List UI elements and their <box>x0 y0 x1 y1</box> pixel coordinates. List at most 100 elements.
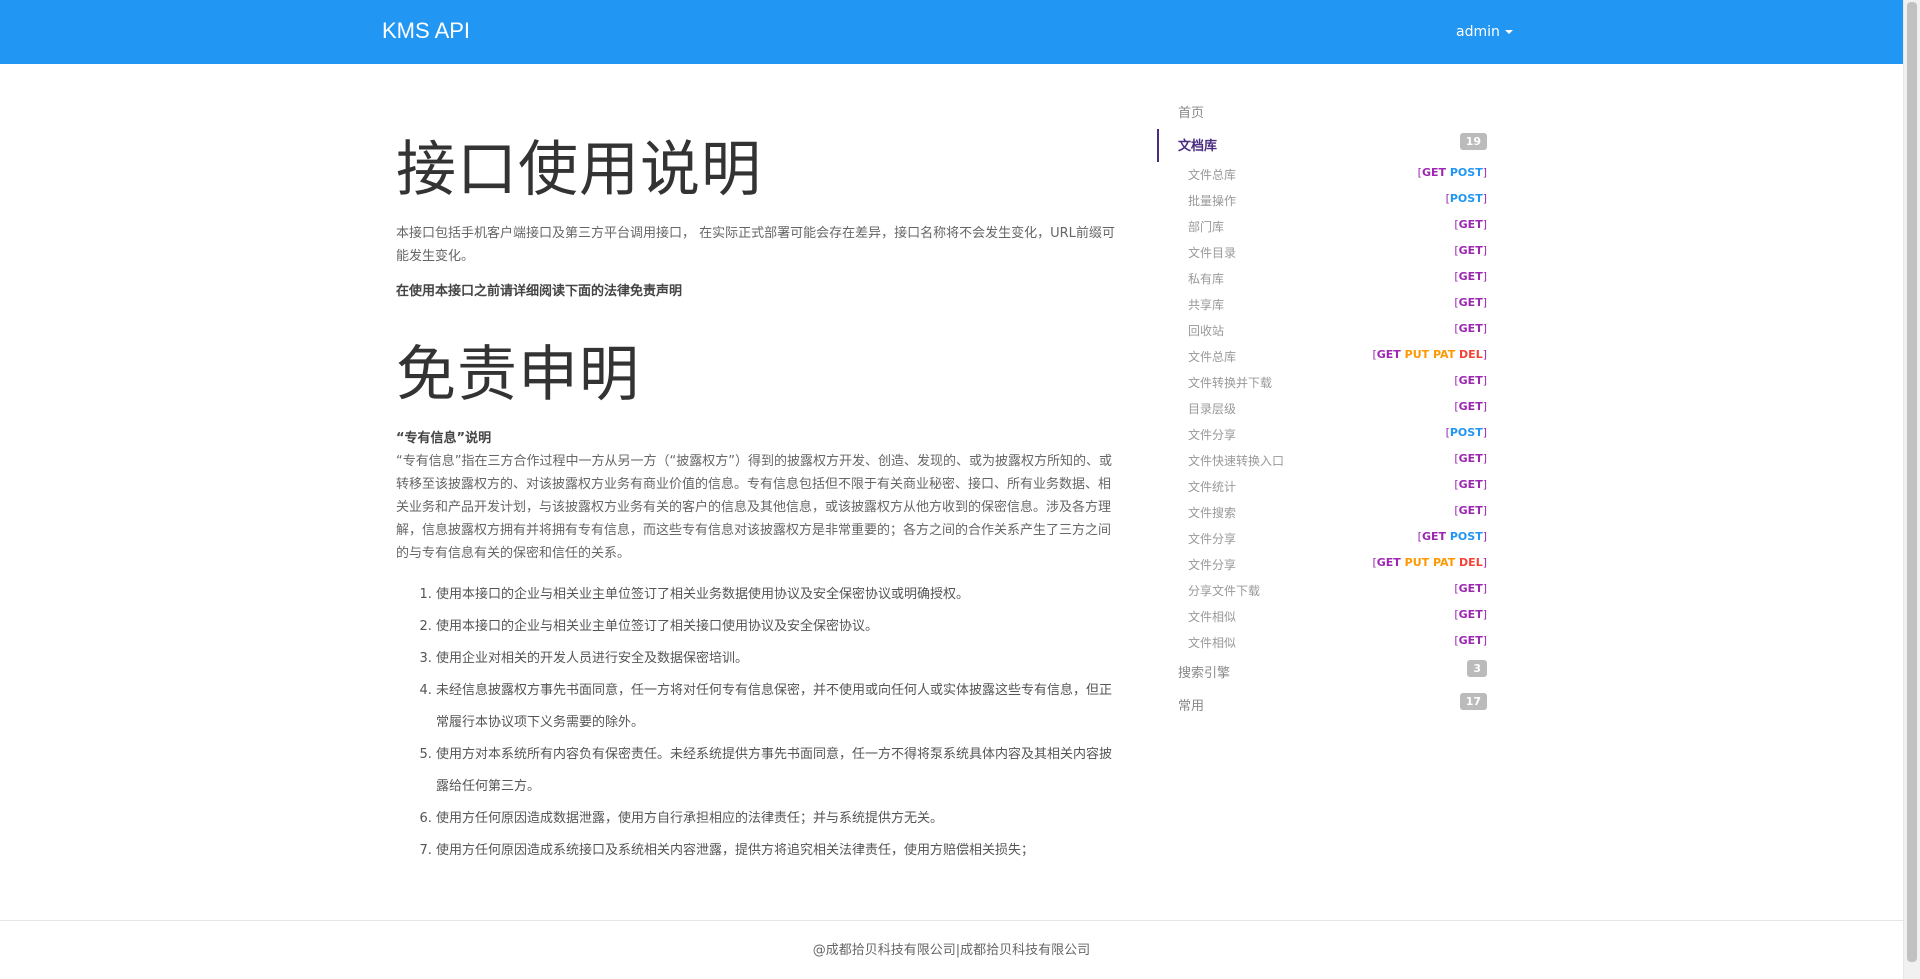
disclaimer-title: 免责申明 <box>396 340 640 410</box>
brand-link[interactable]: KMS API <box>382 18 470 44</box>
toc-item-common[interactable]: 常用 17 <box>1157 689 1487 722</box>
toc-subitem[interactable]: 批量操作 [POST] <box>1157 188 1487 214</box>
toc-subitem[interactable]: 部门库 [GET] <box>1157 214 1487 240</box>
method-del: DEL <box>1459 348 1483 361</box>
method-get: GET <box>1458 452 1483 465</box>
method-tags: [GET] <box>1454 452 1487 465</box>
bracket-close: ] <box>1482 582 1487 595</box>
caret-down-icon <box>1504 30 1513 34</box>
method-get: GET <box>1458 608 1483 621</box>
toc-subitem[interactable]: 文件总库 [GET PUT PAT DEL] <box>1157 344 1487 370</box>
count-badge: 3 <box>1467 660 1487 677</box>
toc-subitem-label: 分享文件下载 <box>1188 584 1261 598</box>
bracket-close: ] <box>1482 504 1487 517</box>
method-tags: [GET] <box>1454 634 1487 647</box>
notice-text: 在使用本接口之前请详细阅读下面的法律免责声明 <box>396 284 683 299</box>
method-tags: [GET] <box>1454 218 1487 231</box>
vertical-scrollbar[interactable] <box>1903 0 1920 979</box>
bracket-close: ] <box>1482 556 1487 569</box>
toc-subitem[interactable]: 文件快速转换入口 [GET] <box>1157 448 1487 474</box>
count-badge: 19 <box>1459 133 1487 150</box>
method-tags: [GET] <box>1454 270 1487 283</box>
bracket-close: ] <box>1482 244 1487 257</box>
toc-item-label: 搜索引擎 <box>1178 666 1231 681</box>
method-pat: PAT <box>1432 556 1456 569</box>
method-get: GET <box>1458 244 1483 257</box>
list-item: 使用方任何原因造成数据泄露，使用方自行承担相应的法律责任；并与系统提供方无关。 <box>436 803 1122 835</box>
toc-subitem-label: 回收站 <box>1188 324 1225 338</box>
bracket-close: ] <box>1482 192 1487 205</box>
method-tags: [POST] <box>1446 192 1487 205</box>
method-tags: [GET] <box>1454 478 1487 491</box>
bracket-close: ] <box>1482 218 1487 231</box>
top-navbar: KMS API admin <box>0 0 1903 64</box>
toc-subitem-label: 批量操作 <box>1188 194 1237 208</box>
bracket-close: ] <box>1482 374 1487 387</box>
method-get: GET <box>1458 504 1483 517</box>
toc-subitem[interactable]: 文件统计 [GET] <box>1157 474 1487 500</box>
method-get: GET <box>1458 322 1483 335</box>
method-get: GET <box>1458 270 1483 283</box>
method-post: POST <box>1449 426 1483 439</box>
method-tags: [GET PUT PAT DEL] <box>1372 348 1487 361</box>
toc-subitem[interactable]: 文件总库 [GET POST] <box>1157 162 1487 188</box>
intro-text: 本接口包括手机客户端接口及第三方平台调用接口， 在实际正式部署可能会存在差异，接… <box>396 226 1115 264</box>
method-get: GET <box>1458 400 1483 413</box>
toc-subitem[interactable]: 文件分享 [GET PUT PAT DEL] <box>1157 552 1487 578</box>
bracket-close: ] <box>1482 478 1487 491</box>
toc-subitem[interactable]: 文件搜索 [GET] <box>1157 500 1487 526</box>
list-item: 使用方对本系统所有内容负有保密责任。未经系统提供方事先书面同意，任一方不得将泵系… <box>436 739 1122 803</box>
side-nav: 首页 文档库 19 文件总库 [GET POST] 批量操作 [POST] 部门库 [GE… <box>1157 96 1487 722</box>
method-post: POST <box>1449 166 1483 179</box>
bracket-close: ] <box>1482 608 1487 621</box>
user-dropdown[interactable]: admin <box>1456 24 1513 40</box>
toc-item-search[interactable]: 搜索引擎 3 <box>1157 656 1487 689</box>
toc-subitem[interactable]: 文件分享 [GET POST] <box>1157 526 1487 552</box>
toc-subitem-label: 文件分享 <box>1188 428 1237 442</box>
bracket-close: ] <box>1482 296 1487 309</box>
toc-subitem[interactable]: 文件分享 [POST] <box>1157 422 1487 448</box>
toc-subitem-label: 私有库 <box>1188 272 1225 286</box>
toc-subitem[interactable]: 文件相似 [GET] <box>1157 630 1487 656</box>
toc-subitem-label: 文件目录 <box>1188 246 1237 260</box>
toc-item-home[interactable]: 首页 <box>1157 96 1487 129</box>
toc-subitem[interactable]: 共享库 [GET] <box>1157 292 1487 318</box>
toc-item-label: 首页 <box>1178 106 1205 121</box>
toc-subitem[interactable]: 目录层级 [GET] <box>1157 396 1487 422</box>
bracket-close: ] <box>1482 634 1487 647</box>
method-get: GET <box>1458 218 1483 231</box>
toc-item-label: 常用 <box>1178 699 1205 714</box>
method-get: GET <box>1458 582 1483 595</box>
toc-subitem-label: 文件统计 <box>1188 480 1237 494</box>
bracket-close: ] <box>1482 452 1487 465</box>
method-get: GET <box>1421 530 1447 543</box>
footer-text: @成都拾贝科技有限公司|成都拾贝科技有限公司 <box>812 943 1091 958</box>
method-tags: [GET POST] <box>1418 166 1487 179</box>
bracket-close: ] <box>1482 530 1487 543</box>
toc-subitem-label: 文件总库 <box>1188 350 1237 364</box>
endpoint-list: 文件总库 [GET POST] 批量操作 [POST] 部门库 [GET] 文件目录 [GET… <box>1157 162 1487 656</box>
method-tags: [GET] <box>1454 582 1487 595</box>
toc-subitem[interactable]: 私有库 [GET] <box>1157 266 1487 292</box>
toc-subitem-label: 文件快速转换入口 <box>1188 454 1285 468</box>
scrollbar-thumb[interactable] <box>1907 2 1917 962</box>
toc-subitem[interactable]: 文件转换并下载 [GET] <box>1157 370 1487 396</box>
bracket-close: ] <box>1482 426 1487 439</box>
toc-subitem[interactable]: 文件目录 [GET] <box>1157 240 1487 266</box>
toc-item-library[interactable]: 文档库 19 <box>1157 129 1487 162</box>
method-tags: [GET] <box>1454 322 1487 335</box>
toc-subitem-label: 文件分享 <box>1188 558 1237 572</box>
count-badge: 17 <box>1459 693 1487 710</box>
toc-subitem[interactable]: 文件相似 [GET] <box>1157 604 1487 630</box>
footer: @成都拾贝科技有限公司|成都拾贝科技有限公司 <box>0 920 1903 979</box>
method-get: GET <box>1458 296 1483 309</box>
method-tags: [GET] <box>1454 608 1487 621</box>
method-put: PUT <box>1404 556 1430 569</box>
method-get: GET <box>1376 556 1401 569</box>
list-item: 未经信息披露权方事先书面同意，任一方将对任何专有信息保密，并不使用或向任何人或实… <box>436 675 1122 739</box>
toc-subitem[interactable]: 回收站 [GET] <box>1157 318 1487 344</box>
method-tags: [GET] <box>1454 244 1487 257</box>
method-tags: [POST] <box>1446 426 1487 439</box>
user-name: admin <box>1456 24 1500 40</box>
toc-subitem[interactable]: 分享文件下载 [GET] <box>1157 578 1487 604</box>
